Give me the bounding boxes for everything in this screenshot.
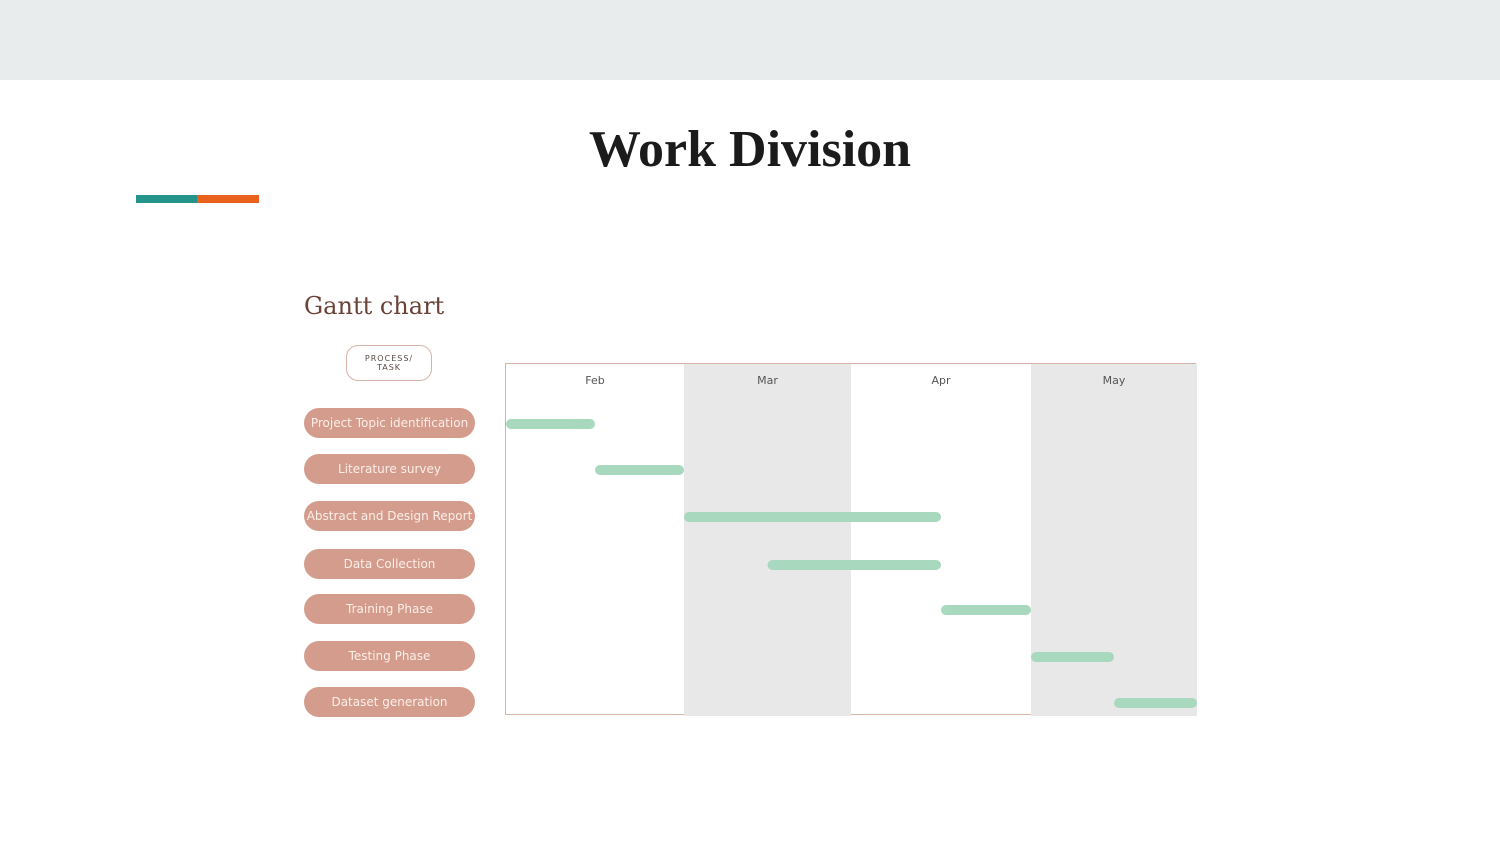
task-label: Dataset generation	[304, 687, 475, 717]
accent-rule	[136, 195, 259, 203]
top-band	[0, 0, 1500, 80]
month-label-apr: Apr	[931, 374, 951, 387]
month-column-may	[1031, 364, 1197, 716]
task-label: Testing Phase	[304, 641, 475, 671]
task-label: Data Collection	[304, 549, 475, 579]
task-label: Training Phase	[304, 594, 475, 624]
gantt-bar	[595, 465, 684, 475]
gantt-bar	[684, 512, 941, 522]
month-label-feb: Feb	[585, 374, 604, 387]
gantt-chart-title: Gantt chart	[304, 292, 445, 320]
gantt-svg: Feb Mar Apr May	[506, 364, 1197, 716]
accent-teal-segment	[136, 195, 197, 203]
task-label: Literature survey	[304, 454, 475, 484]
gantt-chart-area: Feb Mar Apr May	[505, 363, 1197, 716]
gantt-bar	[941, 605, 1031, 615]
gantt-bar	[767, 560, 941, 570]
month-column-mar	[684, 364, 851, 716]
accent-orange-segment	[197, 195, 259, 203]
task-label: Abstract and Design Report	[304, 501, 475, 531]
gantt-bar	[1114, 698, 1197, 708]
gantt-bar	[1031, 652, 1114, 662]
task-label: Project Topic identification	[304, 408, 475, 438]
gantt-bar	[506, 419, 595, 429]
month-label-may: May	[1103, 374, 1126, 387]
slide-title: Work Division	[588, 121, 912, 178]
month-label-mar: Mar	[757, 374, 778, 387]
process-task-header: PROCESS/ TASK	[346, 345, 432, 381]
